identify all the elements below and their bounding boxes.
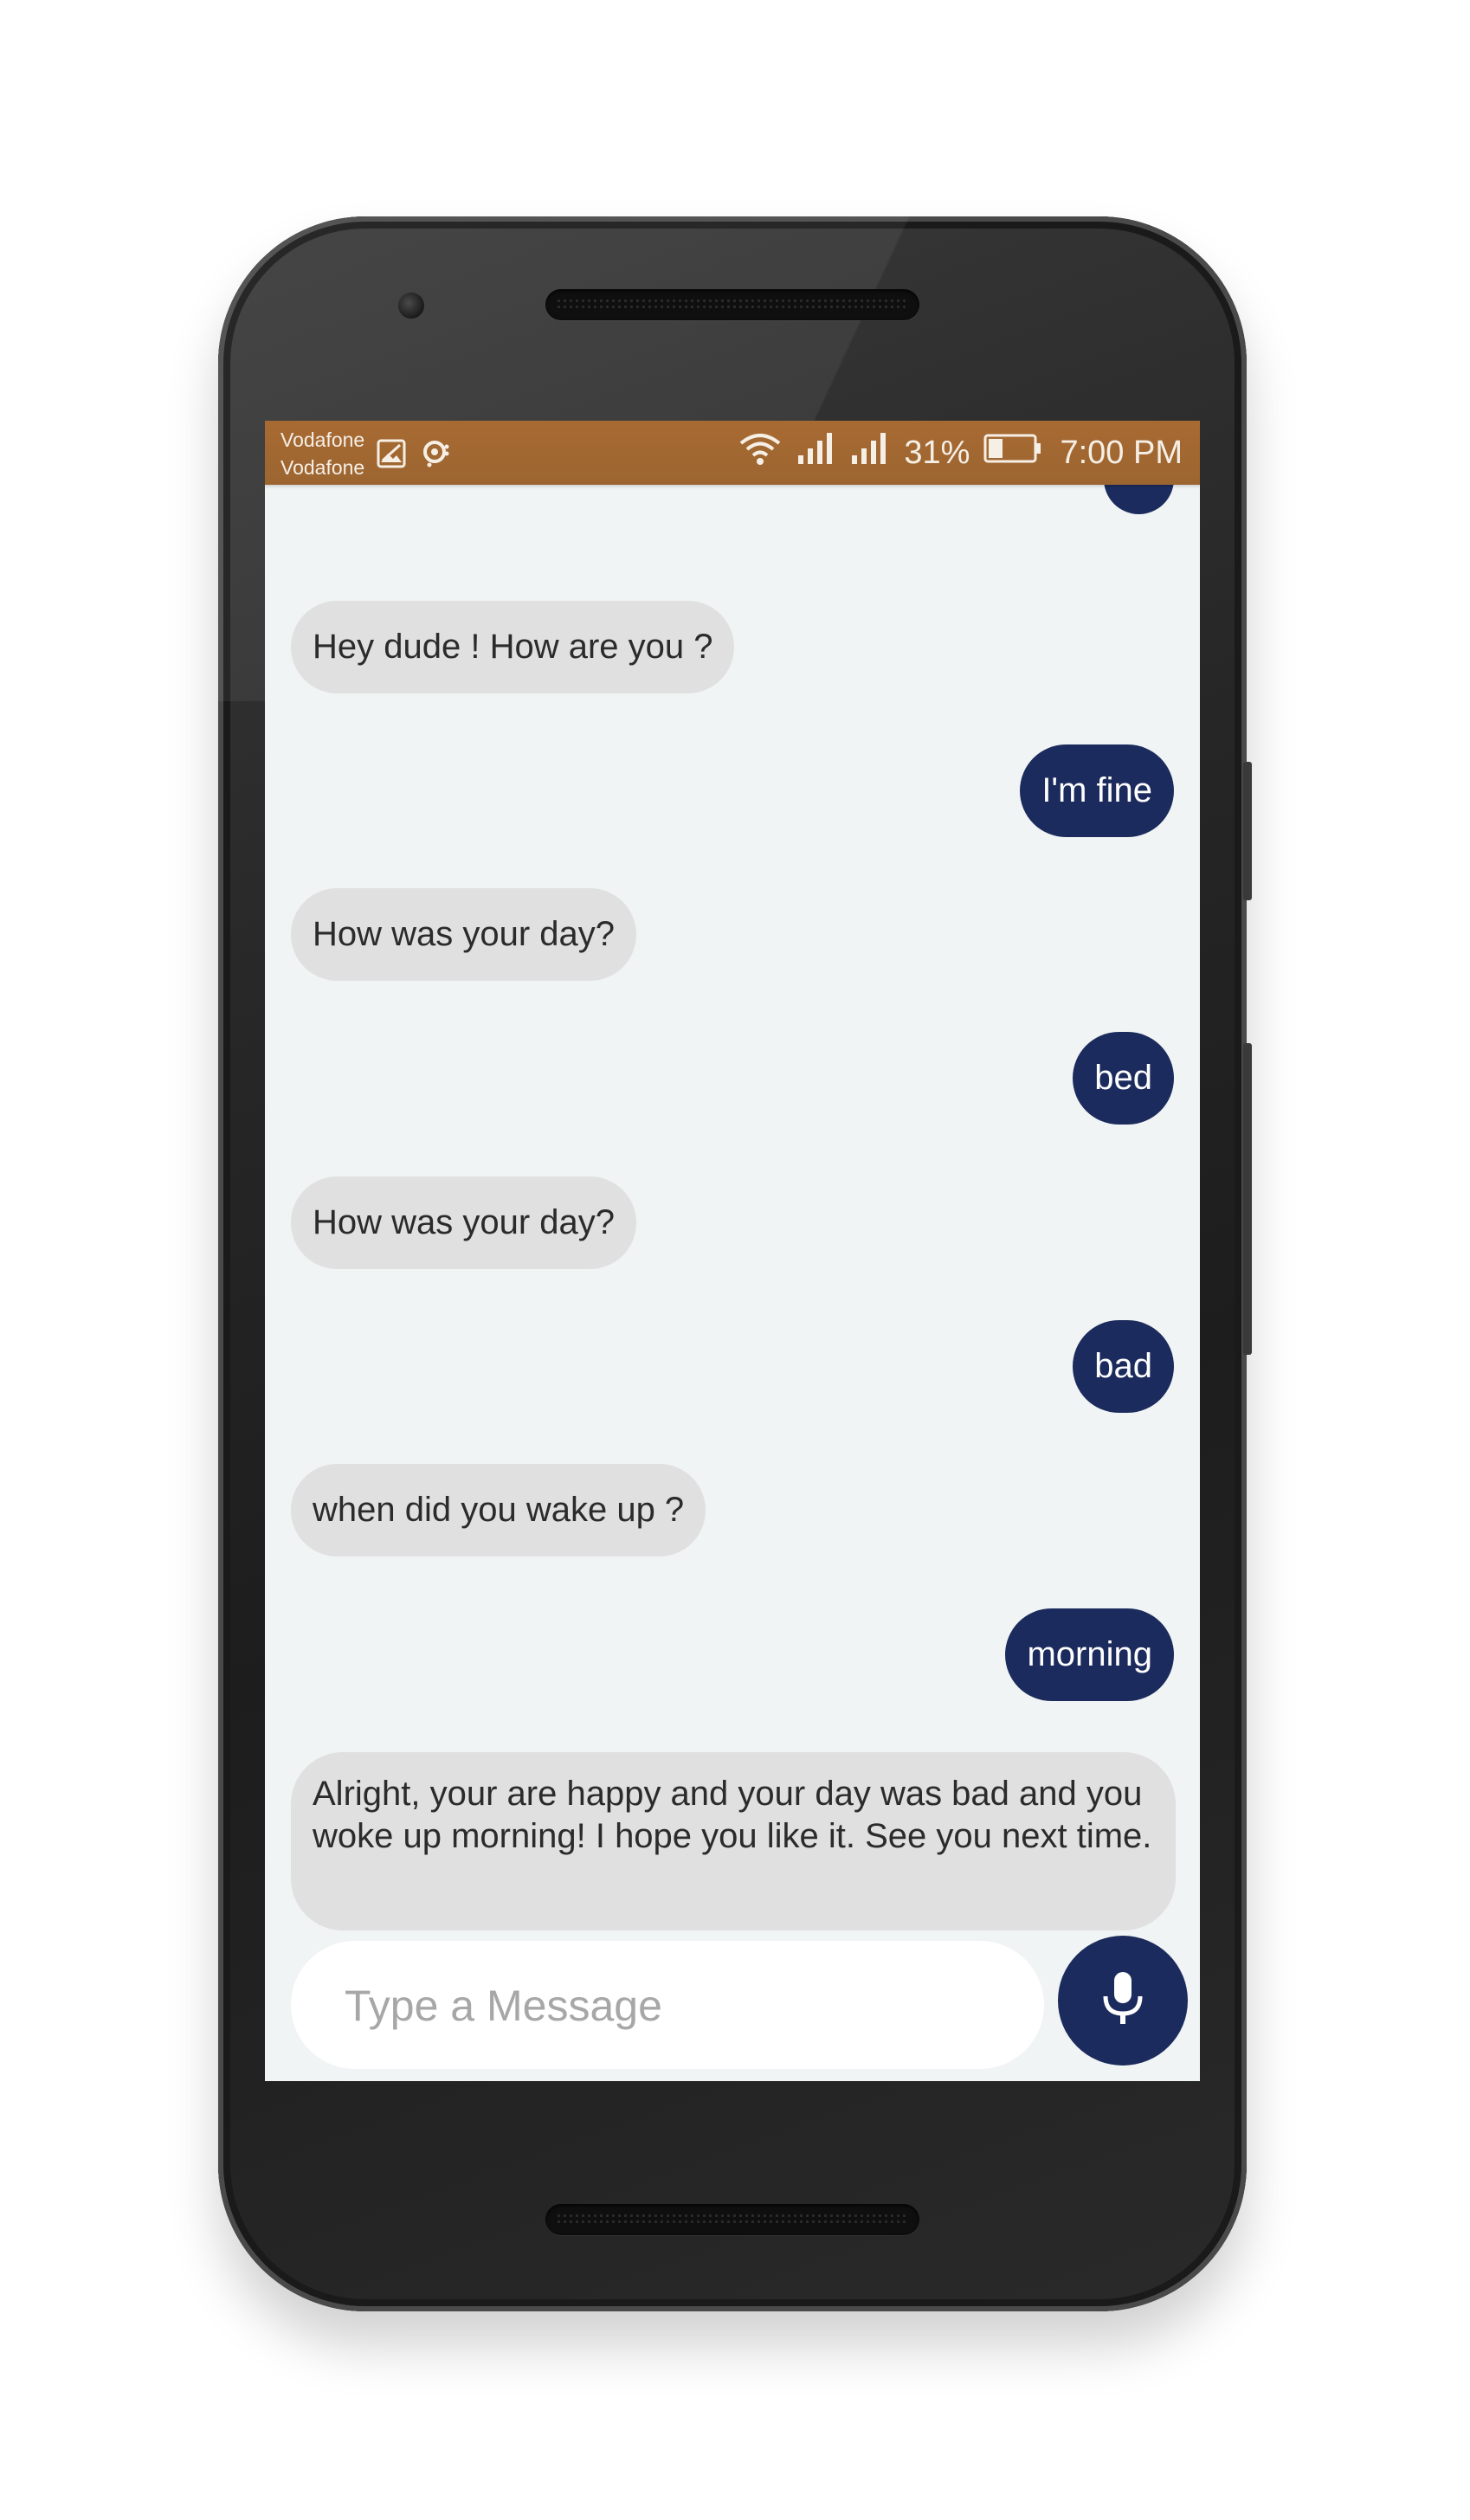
system-status: 31% 7:00 PM xyxy=(738,433,1183,473)
mic-button[interactable] xyxy=(1058,1936,1188,2066)
message-bot: Hey dude ! How are you ? xyxy=(291,601,735,693)
message-user: I'm fine xyxy=(1020,744,1174,837)
microphone-icon xyxy=(1099,1970,1146,2032)
carrier-1: Vodafone xyxy=(280,429,365,451)
message-user: bed xyxy=(1073,1032,1174,1125)
sync-icon xyxy=(421,438,454,474)
message-user: morning xyxy=(1005,1608,1174,1701)
message-bot: when did you wake up ? xyxy=(291,1464,706,1556)
message-input-container xyxy=(291,1941,1044,2071)
message-bot: How was your day? xyxy=(291,1176,637,1269)
product-mockup: Vodafone Vodafone 31% 7:00 PM Hey dude !… xyxy=(0,0,1470,2520)
carrier-2: Vodafone xyxy=(280,456,365,479)
gallery-icon xyxy=(376,438,407,474)
carrier-names: Vodafone Vodafone xyxy=(280,426,364,481)
wifi-icon xyxy=(738,431,783,474)
bottom-speaker xyxy=(545,2204,919,2235)
power-button xyxy=(1243,762,1252,900)
notification-icons xyxy=(376,438,454,474)
volume-button xyxy=(1243,1043,1252,1355)
signal-icon xyxy=(796,431,836,474)
clock: 7:00 PM xyxy=(1060,434,1183,471)
front-camera xyxy=(398,293,424,319)
message-bot: Alright, your are happy and your day was… xyxy=(291,1752,1176,1930)
battery-icon xyxy=(983,433,1042,473)
message-user: bad xyxy=(1073,1320,1174,1413)
signal-icon-2 xyxy=(850,431,890,474)
phone-screen: Vodafone Vodafone 31% 7:00 PM Hey dude !… xyxy=(265,421,1200,2081)
message-bot: How was your day? xyxy=(291,888,637,981)
status-bar: Vodafone Vodafone 31% 7:00 PM xyxy=(265,421,1200,485)
battery-percent: 31% xyxy=(904,434,970,471)
earpiece-speaker xyxy=(545,289,919,320)
message-input[interactable] xyxy=(343,1941,1022,2071)
